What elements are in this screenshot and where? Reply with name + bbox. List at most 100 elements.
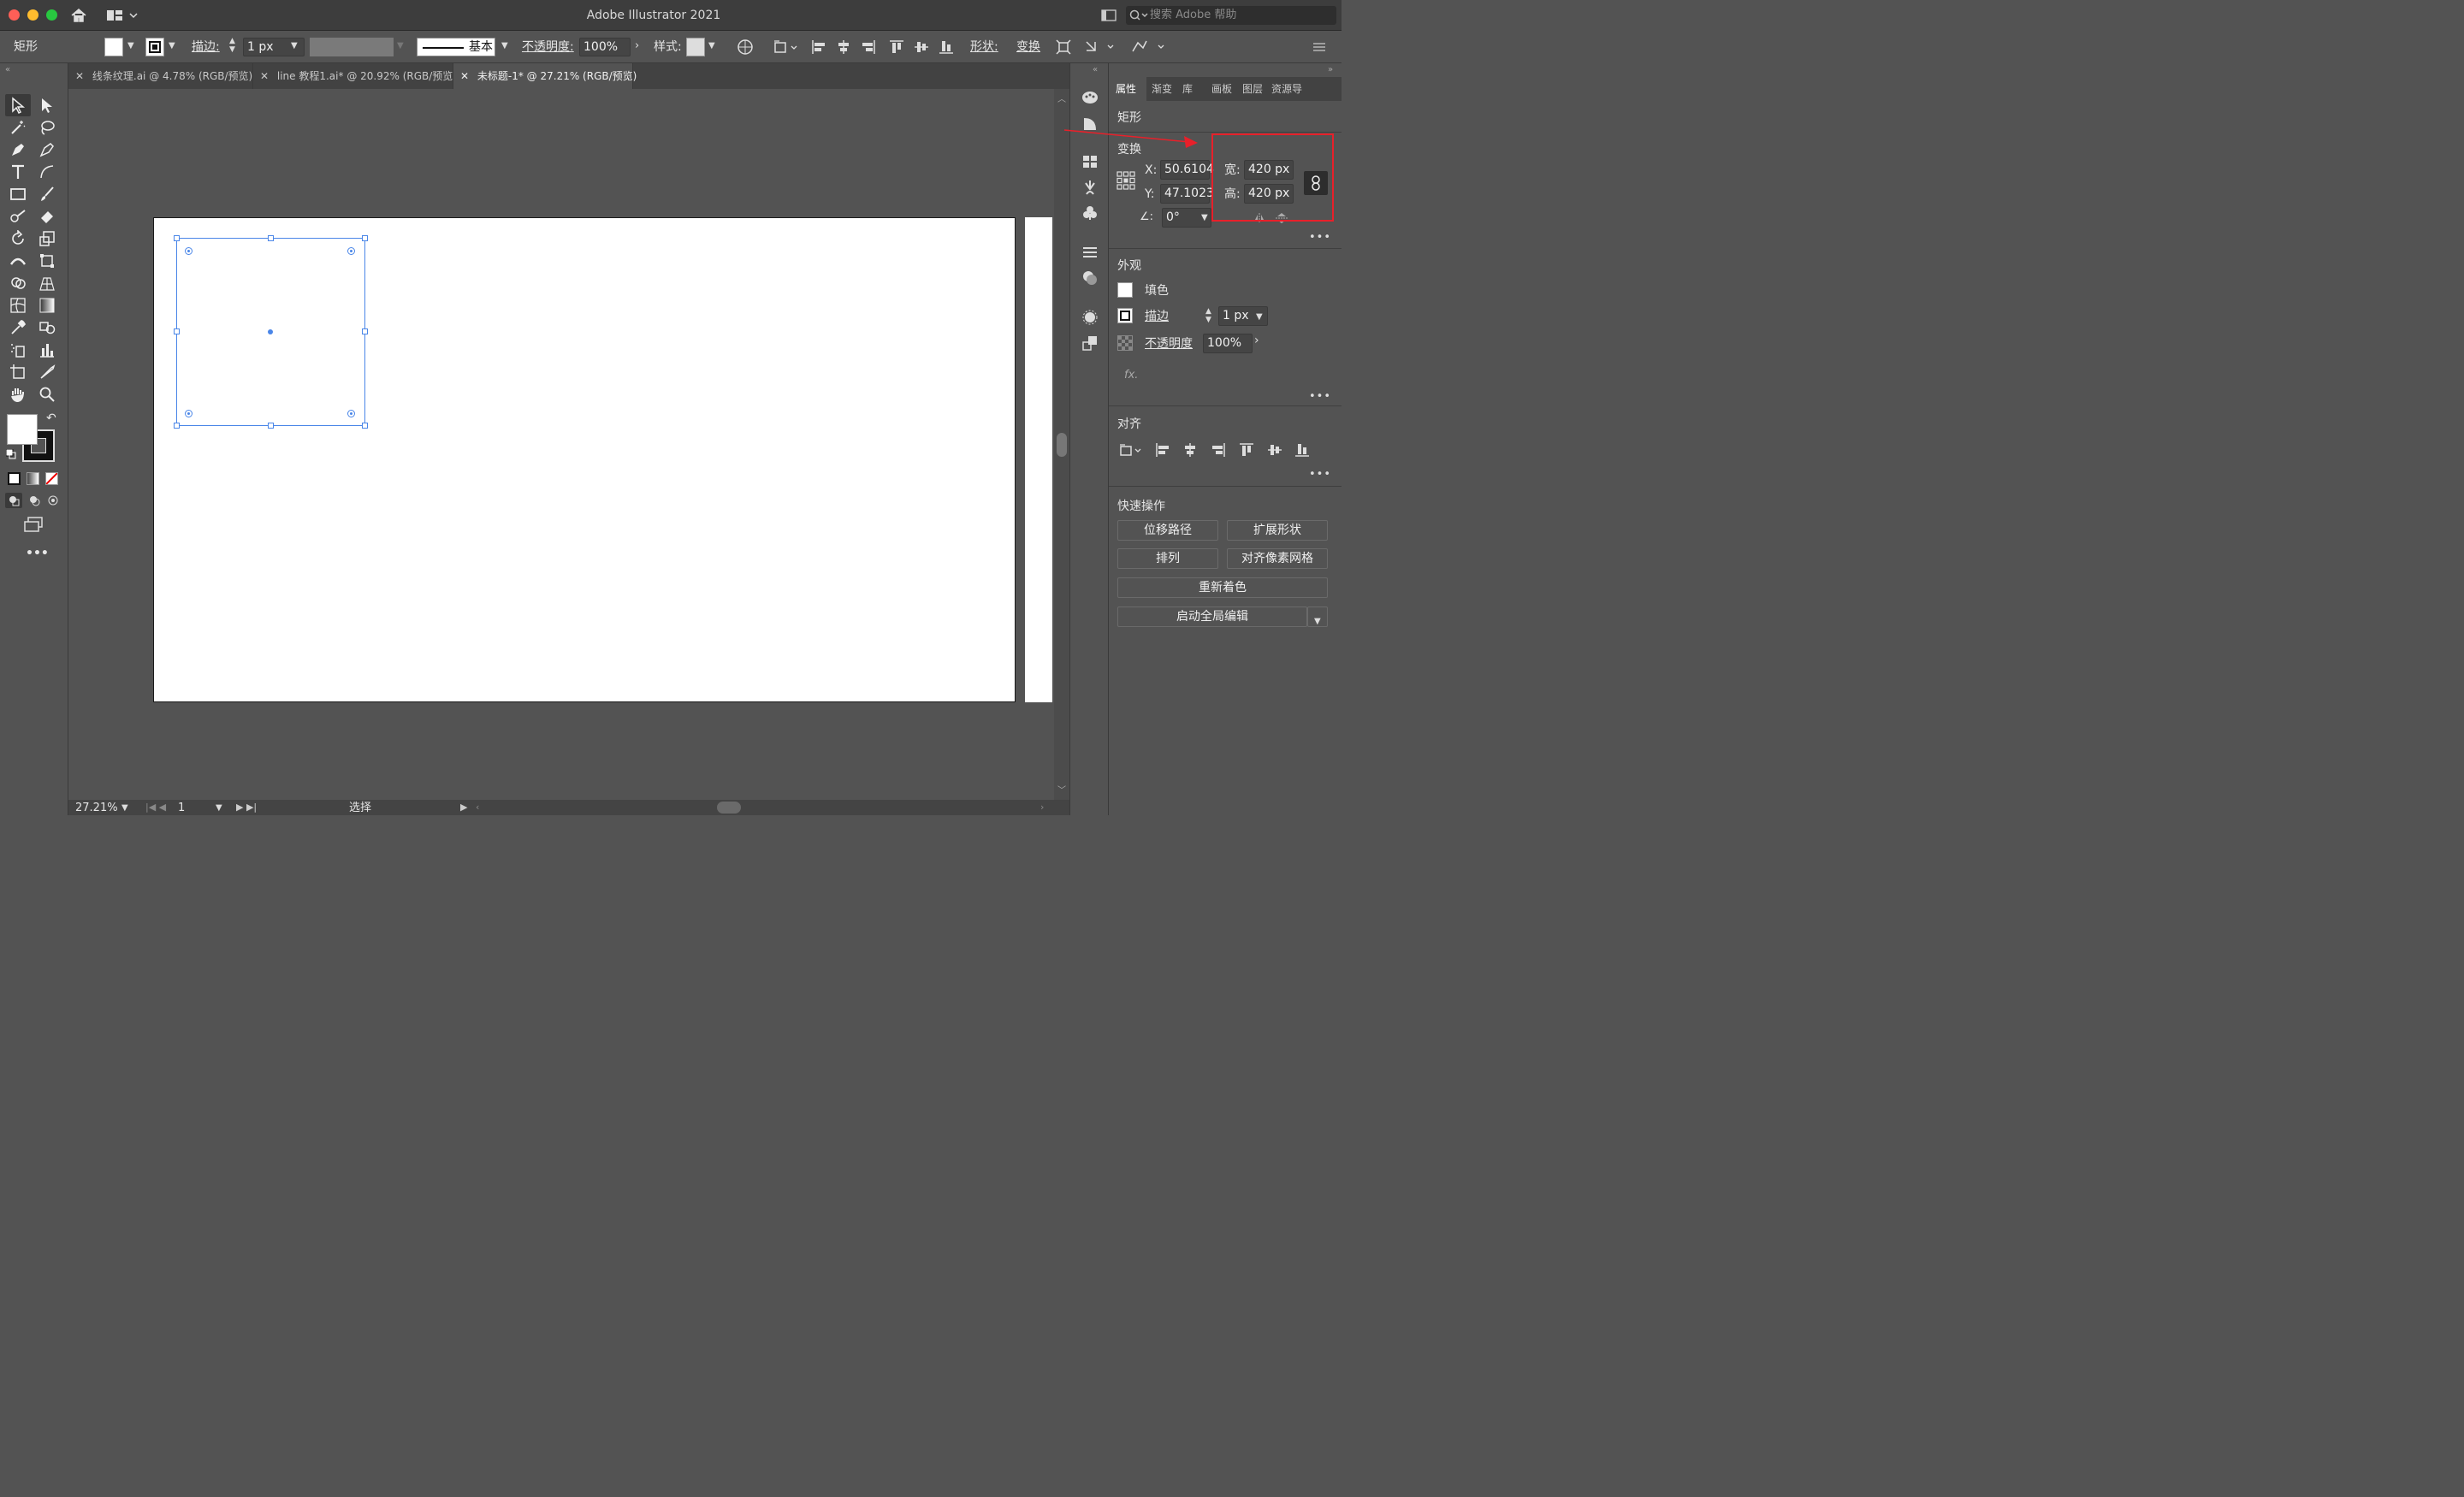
none-mode-icon[interactable] <box>45 472 58 485</box>
zoom-level[interactable]: 27.21% <box>75 801 118 816</box>
align-bottom-icon[interactable] <box>1293 441 1312 459</box>
arrange-button[interactable]: 排列 <box>1117 548 1218 569</box>
chevron-right-icon[interactable]: › <box>635 39 639 52</box>
document-tab[interactable]: ✕ line 教程1.ai* @ 20.92% (RGB/预览) <box>253 63 457 89</box>
shaper-tool-icon[interactable] <box>7 207 29 226</box>
align-vcenter-icon[interactable] <box>1265 441 1284 459</box>
gradient-mode-icon[interactable] <box>27 472 39 485</box>
resize-handle-b[interactable] <box>268 423 274 429</box>
resize-handle-bl[interactable] <box>174 423 180 429</box>
paintbrush-tool-icon[interactable] <box>36 185 58 204</box>
collapse-icon[interactable]: « <box>5 62 10 78</box>
align-bottom-icon[interactable] <box>937 38 956 56</box>
collapse-icon[interactable]: » <box>1328 62 1333 78</box>
align-hcenter-icon[interactable] <box>834 38 853 56</box>
stepper-icon[interactable]: ▲ ▼ <box>229 37 235 54</box>
document-tab-active[interactable]: ✕ 未标题-1* @ 27.21% (RGB/预览) <box>453 63 637 89</box>
direct-selection-tool-icon[interactable] <box>36 96 58 115</box>
hscroll-thumb[interactable] <box>717 802 741 814</box>
slice-tool-icon[interactable] <box>36 363 58 382</box>
brush-definition[interactable]: 基本 <box>417 38 495 56</box>
align-left-icon[interactable] <box>1153 441 1172 459</box>
more-options-icon[interactable]: ••• <box>1309 231 1331 244</box>
resize-handle-tl[interactable] <box>174 235 180 241</box>
lasso-tool-icon[interactable] <box>36 118 58 137</box>
scroll-down-icon[interactable]: ﹀ <box>1057 784 1066 799</box>
align-to-icon[interactable] <box>1117 441 1143 459</box>
close-tab-icon[interactable]: ✕ <box>460 70 469 82</box>
hand-tool-icon[interactable] <box>7 385 29 404</box>
offset-path-button[interactable]: 位移路径 <box>1117 520 1218 541</box>
resize-handle-r[interactable] <box>362 328 368 334</box>
align-to-icon[interactable] <box>772 38 801 56</box>
color-mode-icon[interactable] <box>8 472 21 485</box>
screen-mode-icon[interactable] <box>22 515 44 534</box>
stepper-icon[interactable]: ▲ ▼ <box>1205 307 1211 324</box>
expand-shape-button[interactable]: 扩展形状 <box>1227 520 1328 541</box>
next-artboard-icon[interactable]: ▶ ▶| <box>236 800 257 815</box>
scroll-up-icon[interactable]: ︿ <box>1057 92 1066 108</box>
corner-widget[interactable] <box>185 410 192 417</box>
graphic-styles-icon[interactable] <box>1080 334 1100 352</box>
help-search-input[interactable]: 搜索 Adobe 帮助 <box>1126 6 1336 25</box>
pen-tool-icon[interactable] <box>7 140 29 159</box>
line-segment-tool-icon[interactable] <box>36 163 58 181</box>
align-vcenter-icon[interactable] <box>912 38 931 56</box>
align-right-icon[interactable] <box>859 38 878 56</box>
default-colors-icon[interactable] <box>5 448 17 460</box>
mesh-tool-icon[interactable] <box>7 296 29 315</box>
rotate-tool-icon[interactable] <box>7 229 29 248</box>
draw-normal-icon[interactable] <box>5 493 22 508</box>
fill-swatch[interactable] <box>104 38 123 56</box>
gradient-tool-icon[interactable] <box>36 296 58 315</box>
global-edit-button[interactable]: 启动全局编辑 <box>1117 606 1307 627</box>
perspective-grid-tool-icon[interactable] <box>36 274 58 293</box>
artboard-number[interactable]: 1 <box>178 801 185 816</box>
artboard-2[interactable] <box>1025 217 1052 702</box>
resize-handle-br[interactable] <box>362 423 368 429</box>
transparency-panel-icon[interactable] <box>1080 269 1100 287</box>
corner-widget[interactable] <box>185 247 192 255</box>
chevron-right-icon[interactable]: › <box>1254 334 1259 347</box>
more-options-icon[interactable]: ••• <box>1309 390 1331 403</box>
tab-properties[interactable]: 属性 <box>1116 81 1136 97</box>
scroll-thumb[interactable] <box>1057 433 1067 457</box>
corner-widget[interactable] <box>347 247 355 255</box>
panel-toggle-icon[interactable] <box>1100 9 1117 22</box>
draw-behind-icon[interactable] <box>26 493 43 508</box>
column-graph-tool-icon[interactable] <box>36 340 58 359</box>
document-tab[interactable]: ✕ 线条纹理.ai @ 4.78% (RGB/预览) <box>68 63 253 89</box>
color-panel-icon[interactable] <box>1080 87 1100 106</box>
draw-inside-icon[interactable] <box>44 493 62 508</box>
opacity-input[interactable]: 100% <box>1203 334 1253 353</box>
stroke-label[interactable]: 描边 <box>1145 309 1169 324</box>
corner-widget[interactable] <box>347 410 355 417</box>
chevron-down-icon[interactable]: ▼ <box>291 41 298 50</box>
magic-wand-tool-icon[interactable] <box>7 118 29 137</box>
align-left-icon[interactable] <box>809 38 828 56</box>
align-hcenter-icon[interactable] <box>1181 441 1199 459</box>
tab-libraries[interactable]: 库 <box>1182 81 1193 97</box>
recolor-icon[interactable] <box>736 38 755 56</box>
symbol-sprayer-tool-icon[interactable] <box>7 340 29 359</box>
shape-builder-tool-icon[interactable] <box>7 274 29 293</box>
close-tab-icon[interactable]: ✕ <box>260 70 269 82</box>
chevron-down-icon[interactable]: ▼ <box>127 41 134 50</box>
fill-color-swatch[interactable] <box>7 414 38 445</box>
opacity-label[interactable]: 不透明度 <box>1145 336 1193 352</box>
width-tool-icon[interactable] <box>7 251 29 270</box>
global-edit-dropdown[interactable]: ▼ <box>1307 606 1328 627</box>
chevron-down-icon[interactable]: ▼ <box>216 803 222 813</box>
close-tab-icon[interactable]: ✕ <box>75 70 84 82</box>
chevron-down-icon[interactable]: ▼ <box>121 803 128 813</box>
control-menu-icon[interactable] <box>1311 39 1328 55</box>
first-artboard-icon[interactable]: |◀ ◀ <box>145 800 166 815</box>
chevron-down-icon[interactable]: ▼ <box>397 41 404 50</box>
stroke-swatch[interactable] <box>145 38 164 56</box>
align-right-icon[interactable] <box>1209 441 1228 459</box>
puppet-warp-icon[interactable] <box>1129 38 1167 56</box>
stroke-panel-icon[interactable] <box>1080 243 1100 262</box>
recolor-button[interactable]: 重新着色 <box>1117 577 1328 598</box>
scroll-right-icon[interactable]: › <box>1040 800 1044 815</box>
collapse-icon[interactable]: « <box>1093 62 1098 78</box>
